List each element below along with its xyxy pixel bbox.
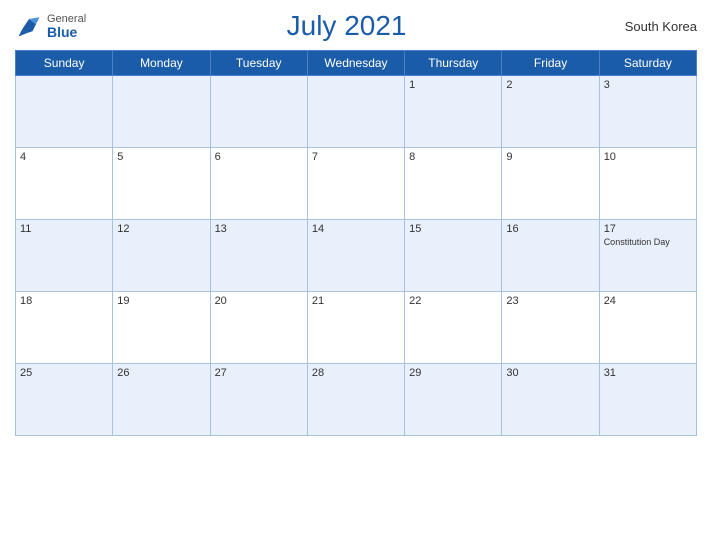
day-number: 30 (506, 367, 594, 379)
day-number: 16 (506, 223, 594, 235)
col-wednesday: Wednesday (307, 51, 404, 76)
calendar-cell: 26 (113, 364, 210, 436)
logo: General Blue (15, 12, 86, 40)
calendar-cell: 19 (113, 292, 210, 364)
calendar-cell: 6 (210, 148, 307, 220)
calendar-cell: 31 (599, 364, 696, 436)
calendar-header: General Blue July 2021 South Korea (15, 10, 697, 42)
days-of-week-row: Sunday Monday Tuesday Wednesday Thursday… (16, 51, 697, 76)
calendar-cell: 29 (405, 364, 502, 436)
calendar-cell: 9 (502, 148, 599, 220)
calendar-cell: 4 (16, 148, 113, 220)
calendar-table: Sunday Monday Tuesday Wednesday Thursday… (15, 50, 697, 436)
day-number: 28 (312, 367, 400, 379)
logo-blue-text: Blue (47, 25, 86, 39)
calendar-week-row: 25 26 27 28 29 30 31 (16, 364, 697, 436)
col-thursday: Thursday (405, 51, 502, 76)
day-number: 4 (20, 151, 108, 163)
day-number: 3 (604, 79, 692, 91)
calendar-cell: 20 (210, 292, 307, 364)
calendar-cell (210, 76, 307, 148)
day-number: 6 (215, 151, 303, 163)
holiday-label: Constitution Day (604, 237, 692, 248)
calendar-cell: 16 (502, 220, 599, 292)
calendar-week-row: 123 (16, 76, 697, 148)
day-number: 10 (604, 151, 692, 163)
day-number: 8 (409, 151, 497, 163)
logo-general-text: General (47, 14, 86, 25)
calendar-cell: 2 (502, 76, 599, 148)
day-number: 21 (312, 295, 400, 307)
day-number: 14 (312, 223, 400, 235)
calendar-cell: 13 (210, 220, 307, 292)
day-number: 31 (604, 367, 692, 379)
calendar-cell: 24 (599, 292, 696, 364)
day-number: 7 (312, 151, 400, 163)
day-number: 24 (604, 295, 692, 307)
calendar-cell: 14 (307, 220, 404, 292)
calendar-cell (113, 76, 210, 148)
day-number: 26 (117, 367, 205, 379)
country-label: South Korea (607, 19, 697, 34)
day-number: 1 (409, 79, 497, 91)
day-number: 23 (506, 295, 594, 307)
calendar-cell (16, 76, 113, 148)
calendar-body: 1234567891011121314151617Constitution Da… (16, 76, 697, 436)
calendar-cell: 21 (307, 292, 404, 364)
calendar-cell (307, 76, 404, 148)
calendar-cell: 23 (502, 292, 599, 364)
calendar-cell: 15 (405, 220, 502, 292)
day-number: 22 (409, 295, 497, 307)
logo-text: General Blue (47, 14, 86, 39)
logo-bird-icon (15, 12, 43, 40)
day-number: 25 (20, 367, 108, 379)
day-number: 12 (117, 223, 205, 235)
day-number: 19 (117, 295, 205, 307)
calendar-cell: 30 (502, 364, 599, 436)
calendar-week-row: 456789 10 (16, 148, 697, 220)
calendar-cell: 12 (113, 220, 210, 292)
calendar-cell: 28 (307, 364, 404, 436)
col-monday: Monday (113, 51, 210, 76)
col-sunday: Sunday (16, 51, 113, 76)
day-number: 9 (506, 151, 594, 163)
col-friday: Friday (502, 51, 599, 76)
calendar-cell: 27 (210, 364, 307, 436)
calendar-cell: 25 (16, 364, 113, 436)
month-title: July 2021 (86, 10, 607, 42)
col-saturday: Saturday (599, 51, 696, 76)
day-number: 11 (20, 223, 108, 235)
calendar-cell: 11 (16, 220, 113, 292)
day-number: 29 (409, 367, 497, 379)
calendar-cell: 18 (16, 292, 113, 364)
day-number: 17 (604, 223, 692, 235)
calendar-cell: 3 (599, 76, 696, 148)
calendar-cell: 8 (405, 148, 502, 220)
calendar-cell: 22 (405, 292, 502, 364)
day-number: 2 (506, 79, 594, 91)
day-number: 15 (409, 223, 497, 235)
calendar-cell: 5 (113, 148, 210, 220)
calendar-page: General Blue July 2021 South Korea Sunda… (0, 0, 712, 550)
day-number: 13 (215, 223, 303, 235)
day-number: 27 (215, 367, 303, 379)
day-number: 5 (117, 151, 205, 163)
calendar-header-row: Sunday Monday Tuesday Wednesday Thursday… (16, 51, 697, 76)
calendar-week-row: 18 19 20 21 22 23 24 (16, 292, 697, 364)
day-number: 20 (215, 295, 303, 307)
calendar-cell: 10 (599, 148, 696, 220)
day-number: 18 (20, 295, 108, 307)
calendar-cell: 7 (307, 148, 404, 220)
calendar-cell: 17 Constitution Day (599, 220, 696, 292)
col-tuesday: Tuesday (210, 51, 307, 76)
calendar-week-row: 11 12 13 14 15 16 17 Constitution Day (16, 220, 697, 292)
calendar-cell: 1 (405, 76, 502, 148)
